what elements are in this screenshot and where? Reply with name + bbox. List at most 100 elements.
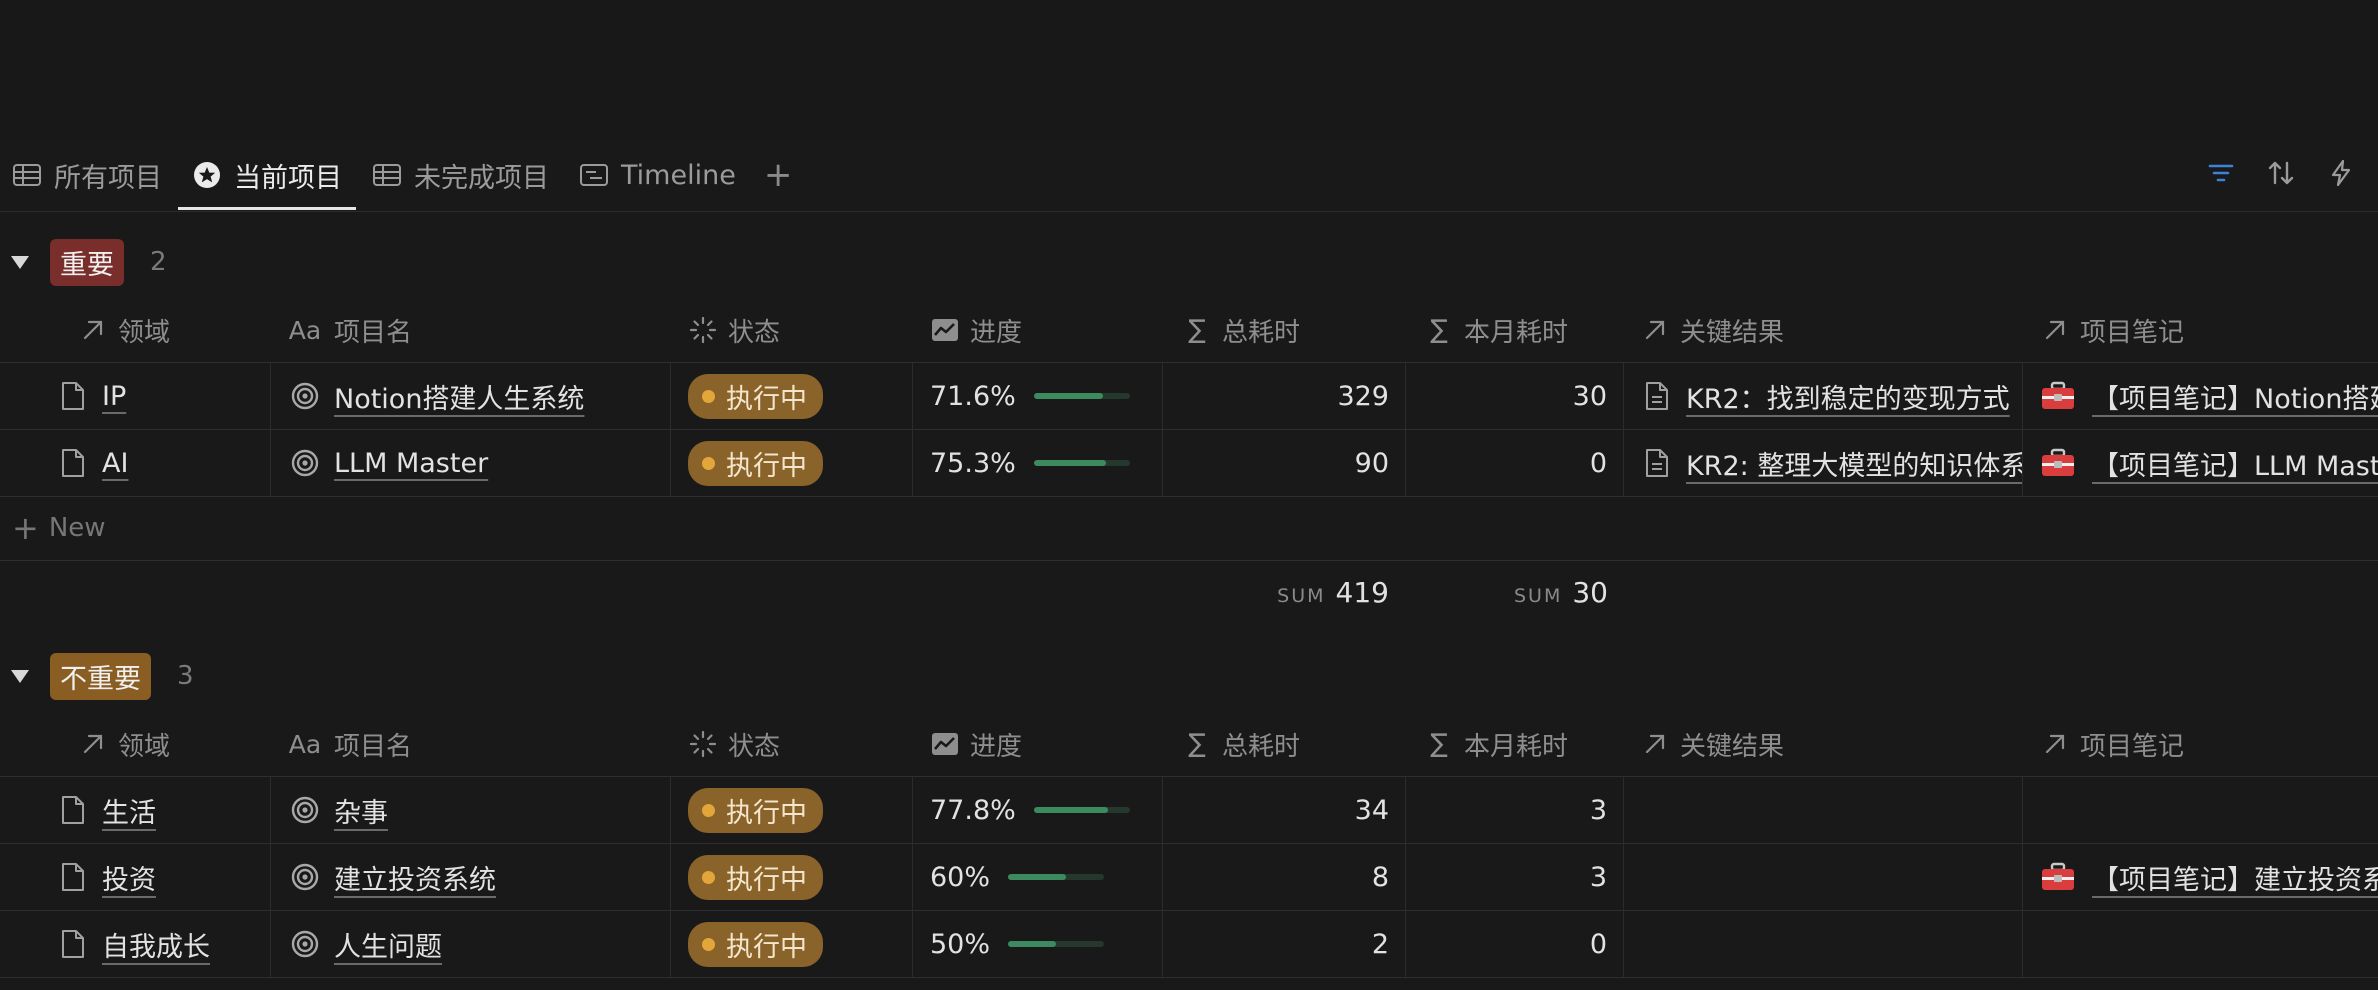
sort-icon[interactable]	[2266, 158, 2296, 192]
progress-cell: 60%	[930, 844, 1160, 910]
tab-label: 所有项目	[54, 162, 162, 194]
toolbox-icon	[2040, 448, 2076, 478]
sigma-icon: ∑	[1188, 315, 1206, 345]
col-total-time[interactable]: ∑ 总耗时	[1182, 298, 1300, 362]
page-icon	[60, 929, 86, 959]
progress-fill	[1033, 393, 1103, 399]
month-time-cell: 0	[1589, 928, 1607, 960]
view-toolbar	[2206, 140, 2356, 210]
column-header-row: 领域 Aa 项目名 状态 进度 ∑ 总耗时 ∑ 本月耗时 关键结果 项目笔记	[0, 298, 2378, 362]
star-circle-icon	[192, 160, 222, 190]
key-result-cell[interactable]: KR2: 整理大模型的知识体系	[1644, 430, 2022, 496]
status-cell[interactable]: 执行中	[688, 777, 908, 843]
domain-cell[interactable]: IP	[60, 363, 270, 429]
project-name-cell[interactable]: 杂事	[290, 777, 670, 843]
col-project-notes[interactable]: 项目笔记	[2040, 712, 2184, 776]
status-badge: 执行中	[688, 921, 823, 967]
domain-cell[interactable]: 自我成长	[60, 911, 270, 977]
chart-icon	[930, 729, 960, 759]
project-note-cell[interactable]: 【项目笔记】LLM Master	[2040, 430, 2378, 496]
status-cell[interactable]: 执行中	[688, 911, 908, 977]
tab-all-projects[interactable]: 所有项目	[0, 140, 176, 210]
col-domain[interactable]: 领域	[78, 298, 170, 362]
project-note-cell[interactable]	[2040, 777, 2378, 843]
key-result-cell[interactable]: KR2：找到稳定的变现方式	[1644, 363, 2022, 429]
status-spinner-icon	[688, 315, 718, 345]
col-project-name[interactable]: Aa 项目名	[286, 712, 412, 776]
sum-month-time[interactable]: SUM 30	[1406, 576, 1608, 609]
project-name-cell[interactable]: Notion搭建人生系统	[290, 363, 670, 429]
group-header-important[interactable]: 重要 2	[0, 234, 167, 290]
col-key-results[interactable]: 关键结果	[1640, 712, 1784, 776]
timeline-icon	[579, 160, 609, 190]
domain-cell[interactable]: 投资	[60, 844, 270, 910]
group-header-not-important[interactable]: 不重要 3	[0, 648, 194, 704]
key-result-cell[interactable]	[1644, 777, 2022, 843]
target-icon	[290, 929, 320, 959]
target-icon	[290, 795, 320, 825]
title-aa-icon: Aa	[288, 315, 322, 345]
progress-cell: 71.6%	[930, 363, 1160, 429]
new-row-button[interactable]: + New	[12, 497, 106, 559]
column-divider	[1623, 776, 1624, 977]
total-time-cell: 34	[1354, 794, 1389, 826]
status-badge: 执行中	[688, 854, 823, 900]
col-status[interactable]: 状态	[688, 712, 780, 776]
col-domain[interactable]: 领域	[78, 712, 170, 776]
sigma-icon: ∑	[1188, 729, 1206, 759]
col-progress[interactable]: 进度	[930, 298, 1022, 362]
status-cell[interactable]: 执行中	[688, 844, 908, 910]
status-cell[interactable]: 执行中	[688, 363, 908, 429]
project-name-cell[interactable]: 人生问题	[290, 911, 670, 977]
tab-current-projects[interactable]: 当前项目	[178, 140, 356, 210]
col-project-name[interactable]: Aa 项目名	[286, 298, 412, 362]
progress-bar	[1008, 941, 1105, 947]
col-month-time[interactable]: ∑ 本月耗时	[1424, 712, 1568, 776]
sigma-icon: ∑	[1430, 729, 1448, 759]
target-icon	[290, 381, 320, 411]
status-cell[interactable]: 执行中	[688, 430, 908, 496]
progress-bar	[1033, 393, 1130, 399]
collapse-triangle-icon[interactable]	[11, 255, 29, 269]
group-badge: 重要	[50, 238, 124, 286]
row-divider	[0, 560, 2378, 561]
key-result-cell[interactable]	[1644, 911, 2022, 977]
project-note-cell[interactable]: 【项目笔记】Notion搭建	[2040, 363, 2378, 429]
tab-timeline[interactable]: Timeline	[565, 140, 750, 210]
toolbox-icon	[2040, 862, 2076, 892]
progress-fill	[1008, 874, 1066, 880]
total-time-cell: 8	[1371, 861, 1389, 893]
filter-icon[interactable]	[2206, 158, 2236, 192]
col-key-results[interactable]: 关键结果	[1640, 298, 1784, 362]
progress-fill	[1008, 941, 1057, 947]
row-divider	[0, 496, 2378, 497]
col-month-time[interactable]: ∑ 本月耗时	[1424, 298, 1568, 362]
group-badge: 不重要	[50, 652, 151, 700]
domain-cell[interactable]: AI	[60, 430, 270, 496]
key-result-cell[interactable]	[1644, 844, 2022, 910]
tab-incomplete-projects[interactable]: 未完成项目	[358, 140, 563, 210]
relation-arrow-icon	[78, 729, 108, 759]
status-spinner-icon	[688, 729, 718, 759]
project-name-cell[interactable]: 建立投资系统	[290, 844, 670, 910]
project-note-cell[interactable]: 【项目笔记】建立投资系统	[2040, 844, 2378, 910]
progress-cell: 50%	[930, 911, 1160, 977]
page-icon	[60, 448, 86, 478]
project-note-cell[interactable]	[2040, 911, 2378, 977]
sum-total-time[interactable]: SUM 419	[1164, 576, 1389, 609]
col-status[interactable]: 状态	[688, 298, 780, 362]
total-time-cell: 90	[1354, 447, 1389, 479]
automation-icon[interactable]	[2326, 158, 2356, 192]
status-badge: 执行中	[688, 440, 823, 486]
project-name-cell[interactable]: LLM Master	[290, 430, 670, 496]
col-progress[interactable]: 进度	[930, 712, 1022, 776]
status-dot	[702, 937, 715, 951]
col-project-notes[interactable]: 项目笔记	[2040, 298, 2184, 362]
target-icon	[290, 862, 320, 892]
domain-cell[interactable]: 生活	[60, 777, 270, 843]
page-icon	[60, 381, 86, 411]
col-total-time[interactable]: ∑ 总耗时	[1182, 712, 1300, 776]
status-badge: 执行中	[688, 373, 823, 419]
collapse-triangle-icon[interactable]	[11, 669, 29, 683]
add-view-button[interactable]: +	[750, 140, 807, 210]
